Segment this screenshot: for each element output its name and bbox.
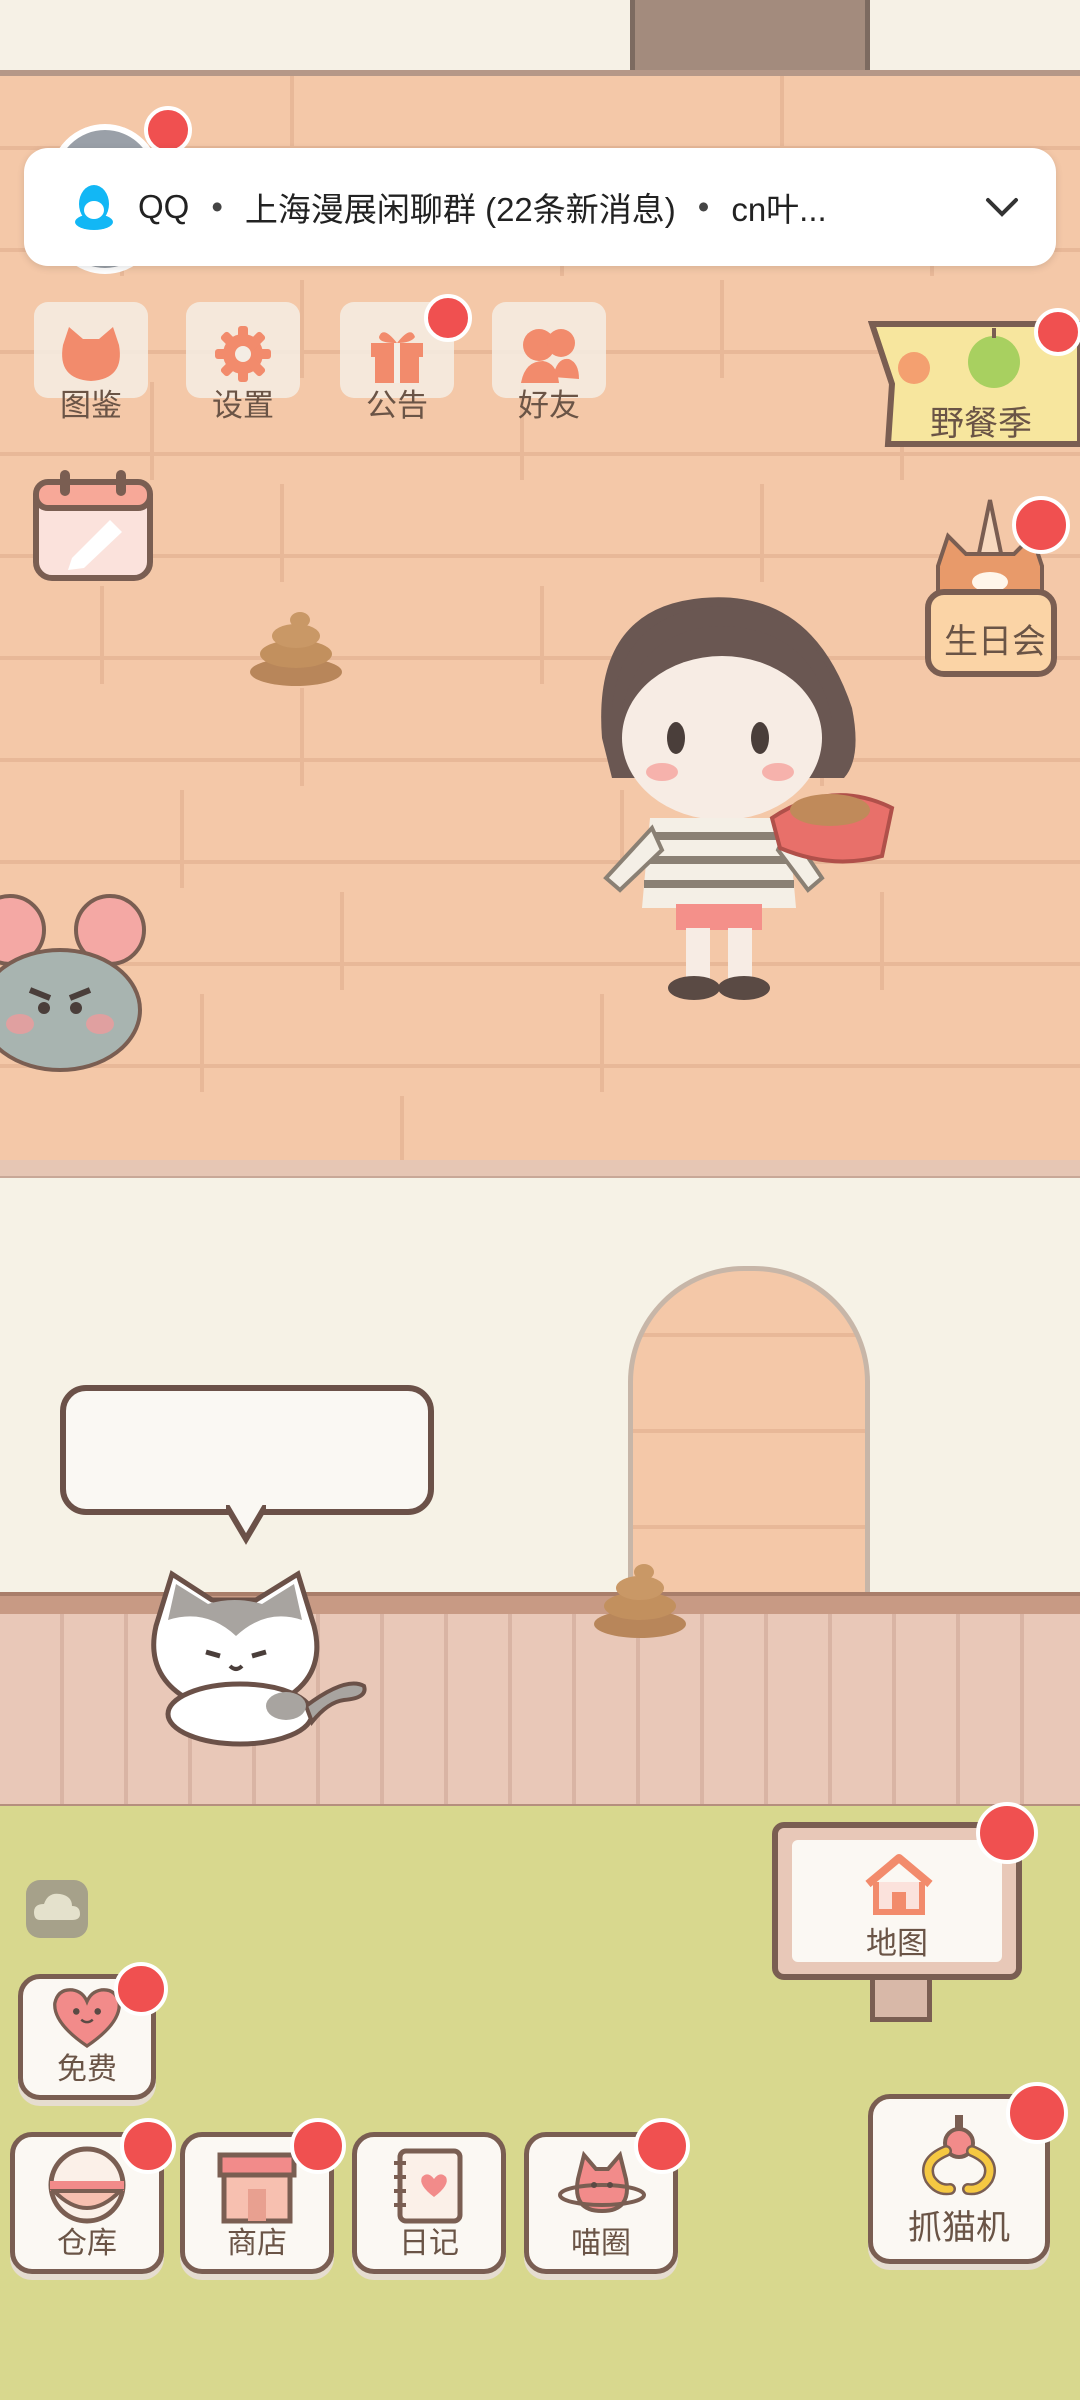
shop-icon xyxy=(217,2152,297,2224)
free-label: 免费 xyxy=(57,2052,117,2087)
diary-icon xyxy=(394,2148,463,2224)
chimney-pillar xyxy=(630,0,870,70)
shop-label: 商店 xyxy=(227,2226,287,2261)
settings-button[interactable]: 设置 xyxy=(182,302,304,422)
rice-bowl-icon xyxy=(48,2146,126,2224)
calendar-edit-button[interactable] xyxy=(32,468,154,582)
friends-label: 好友 xyxy=(518,388,580,424)
diary-label: 日记 xyxy=(399,2226,459,2261)
chevron-down-icon[interactable] xyxy=(982,187,1022,227)
poop-item[interactable] xyxy=(590,1562,690,1638)
cat-head-icon xyxy=(62,327,120,381)
free-badge xyxy=(114,1962,168,2016)
birthday-label: 生日会 xyxy=(944,622,1046,662)
announcement-badge xyxy=(424,294,472,342)
speech-bubble xyxy=(60,1385,434,1515)
catalog-label: 图鉴 xyxy=(60,388,122,424)
avatar-notification-badge xyxy=(144,106,192,154)
warehouse-label: 仓库 xyxy=(57,2226,117,2261)
picnic-badge xyxy=(1034,308,1080,356)
calendar-pencil-icon xyxy=(33,470,153,581)
picnic-season-event[interactable]: 野餐季 xyxy=(868,308,1080,450)
picnic-label: 野餐季 xyxy=(930,404,1032,444)
shop-badge xyxy=(290,2118,346,2174)
cat-circle-label: 喵圈 xyxy=(571,2226,631,2261)
cloud-icon xyxy=(34,1893,80,1920)
catalog-button[interactable]: 图鉴 xyxy=(30,302,152,422)
birthday-badge xyxy=(1012,496,1070,554)
gift-icon xyxy=(371,332,423,383)
map-sign-button[interactable]: 地图 xyxy=(772,1802,1038,2022)
ceiling xyxy=(0,0,1080,76)
qq-notification-banner[interactable]: QQ • 上海漫展闲聊群 (22条新消息) • cn叶... xyxy=(24,148,1056,266)
poop-item[interactable] xyxy=(246,610,346,686)
diary-button[interactable]: 日记 xyxy=(352,2132,506,2274)
friends-button[interactable]: 好友 xyxy=(488,302,610,422)
cat-character[interactable] xyxy=(136,1566,376,1752)
house-icon xyxy=(865,1854,933,1915)
warehouse-badge xyxy=(120,2118,176,2174)
birthday-party-event[interactable]: 生日会 xyxy=(924,496,1070,680)
gear-icon xyxy=(215,326,271,382)
wall-trim xyxy=(0,1160,1080,1179)
girl-character[interactable] xyxy=(582,588,902,1008)
mouse-character[interactable] xyxy=(0,890,160,1080)
cat-planet-icon xyxy=(558,2150,646,2214)
claw-icon xyxy=(922,2115,996,2196)
notification-group-name: 上海漫展闲聊群 (22条新消息) xyxy=(244,191,676,228)
cloud-sync-button[interactable] xyxy=(26,1880,88,1938)
map-label: 地图 xyxy=(866,1926,928,1962)
notification-app-name: QQ xyxy=(138,188,190,225)
settings-label: 设置 xyxy=(212,388,274,424)
claw-machine-badge xyxy=(1006,2082,1068,2144)
notification-preview: cn叶... xyxy=(731,191,827,228)
cat-circle-badge xyxy=(634,2118,690,2174)
map-badge xyxy=(976,1802,1038,1864)
qq-penguin-icon xyxy=(75,185,113,230)
claw-machine-label: 抓猫机 xyxy=(908,2208,1010,2248)
announcement-label: 公告 xyxy=(366,388,428,424)
speech-bubble-tail xyxy=(226,1505,266,1545)
friends-icon xyxy=(521,329,579,383)
